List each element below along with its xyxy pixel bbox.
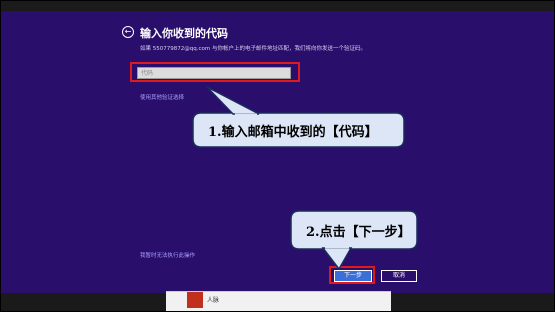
people-app-icon[interactable] bbox=[187, 292, 203, 308]
screen-frame: ← 输入你收到的代码 如果 550779872@qq.com 与你帐户上的电子邮… bbox=[0, 0, 555, 312]
callout-2-text: 2.点击【下一步】 bbox=[306, 225, 411, 240]
callout-2-tail bbox=[321, 247, 353, 271]
callout-1-text: 1.输入邮箱中收到的【代码】 bbox=[208, 125, 378, 140]
callout-shapes bbox=[192, 86, 418, 271]
people-app-label: 人脉 bbox=[207, 297, 220, 304]
callout-1-tail bbox=[206, 86, 260, 115]
